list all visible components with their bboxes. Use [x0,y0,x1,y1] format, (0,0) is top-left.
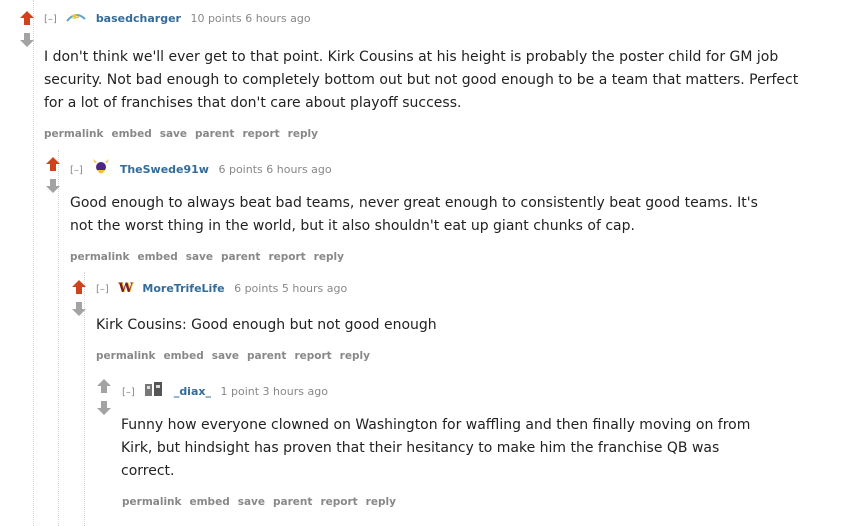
embed-button[interactable]: embed [112,128,152,140]
parent-button[interactable]: parent [195,128,234,140]
collapse-toggle[interactable]: [–] [44,14,57,25]
score: 6 points [218,163,263,176]
timestamp: 6 hours ago [266,163,332,176]
author-link[interactable]: TheSwede91w [120,163,209,176]
chargers-bolt-flair-icon [66,12,87,26]
vikings-flair-icon [92,159,110,181]
comment-tagline: [–] W MoreTrifeLife 6 points 5 hours ago [96,282,347,297]
comment-body: Kirk Cousins: Good enough but not good e… [96,314,796,337]
permalink-button[interactable]: permalink [44,128,104,140]
parent-button[interactable]: parent [247,350,286,362]
comment-text: I don't think we'll ever get to that poi… [44,49,799,111]
embed-button[interactable]: embed [190,496,230,508]
comment-tagline: [–] _diax_ 1 point 3 hours ago [122,381,328,403]
collapse-toggle[interactable]: [–] [96,284,109,295]
author-link[interactable]: _diax_ [174,385,211,398]
thread-guide-line [33,0,34,526]
upvote-arrow-icon[interactable] [97,379,111,393]
save-button[interactable]: save [238,496,265,508]
comment-actions: permalink embed save parent report reply [70,251,352,263]
report-button[interactable]: report [268,251,305,263]
reply-button[interactable]: reply [366,496,396,508]
author-link[interactable]: basedcharger [96,12,181,25]
comment-text: Kirk Cousins: Good enough but not good e… [96,317,437,333]
collapse-toggle[interactable]: [–] [70,165,83,176]
comment-body: Funny how everyone clowned on Washington… [121,414,761,483]
downvote-arrow-icon[interactable] [20,33,34,47]
timestamp: 3 hours ago [262,385,328,398]
timestamp: 6 hours ago [245,12,311,25]
comment-actions: permalink embed save parent report reply [122,496,404,508]
comment-text: Good enough to always beat bad teams, ne… [70,195,758,234]
report-button[interactable]: report [242,128,279,140]
reply-button[interactable]: reply [314,251,344,263]
upvote-arrow-icon[interactable] [20,11,34,25]
comment-actions: permalink embed save parent report reply [44,128,326,140]
collapse-toggle[interactable]: [–] [122,387,135,398]
thread-guide-line [58,150,59,526]
upvote-arrow-icon[interactable] [46,157,60,171]
downvote-arrow-icon[interactable] [72,302,86,316]
embed-button[interactable]: embed [138,251,178,263]
upvote-arrow-icon[interactable] [72,280,86,294]
reply-button[interactable]: reply [288,128,318,140]
downvote-arrow-icon[interactable] [97,401,111,415]
embed-button[interactable]: embed [164,350,204,362]
comment-text: Funny how everyone clowned on Washington… [121,417,751,479]
permalink-button[interactable]: permalink [96,350,156,362]
author-link[interactable]: MoreTrifeLife [142,282,224,295]
parent-button[interactable]: parent [221,251,260,263]
score: 1 point [220,385,260,398]
downvote-arrow-icon[interactable] [46,179,60,193]
comment-tagline: [–] basedcharger 10 points 6 hours ago [44,12,311,27]
score: 6 points [234,282,279,295]
comment-body: Good enough to always beat bad teams, ne… [70,192,770,238]
team-flair-icon [144,381,164,403]
timestamp: 5 hours ago [281,282,348,295]
comment-actions: permalink embed save parent report reply [96,350,378,362]
save-button[interactable]: save [212,350,239,362]
reply-button[interactable]: reply [340,350,370,362]
save-button[interactable]: save [186,251,213,263]
washington-w-flair-icon: W [118,281,133,296]
parent-button[interactable]: parent [273,496,312,508]
comment-body: I don't think we'll ever get to that poi… [44,46,804,115]
save-button[interactable]: save [160,128,187,140]
report-button[interactable]: report [294,350,331,362]
permalink-button[interactable]: permalink [122,496,182,508]
permalink-button[interactable]: permalink [70,251,130,263]
score: 10 points [190,12,242,25]
comment-tagline: [–] TheSwede91w 6 points 6 hours ago [70,159,332,181]
report-button[interactable]: report [320,496,357,508]
